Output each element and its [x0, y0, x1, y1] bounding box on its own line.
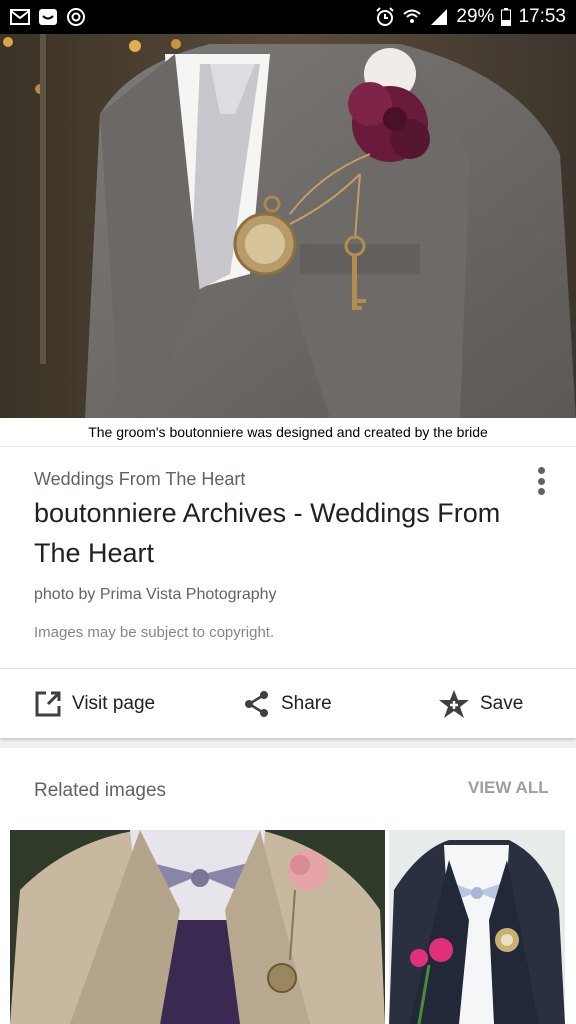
- signal-icon: [429, 8, 449, 26]
- status-right: 29% 17:53: [375, 6, 566, 28]
- wifi-icon: [402, 8, 422, 26]
- share-icon: [243, 690, 271, 718]
- related-image-thumbnail[interactable]: [10, 830, 385, 1024]
- battery-icon: [501, 8, 512, 26]
- related-images-section: Related images VIEW ALL: [0, 748, 576, 1024]
- gmail-icon: [10, 8, 30, 26]
- status-bar: 29% 17:53: [0, 0, 576, 34]
- status-left-icons: [10, 8, 86, 26]
- share-label: Share: [281, 693, 332, 714]
- clock-time: 17:53: [518, 6, 566, 27]
- photo-credit: photo by Prima Vista Photography: [34, 586, 277, 603]
- star-add-icon: [438, 689, 470, 719]
- messenger-icon: [38, 8, 58, 26]
- site-name[interactable]: Weddings From The Heart: [34, 469, 245, 490]
- alarm-icon: [375, 7, 395, 26]
- view-all-link[interactable]: VIEW ALL: [468, 778, 549, 798]
- battery-percent: 29%: [456, 6, 495, 27]
- result-title[interactable]: boutonniere Archives - Weddings From The…: [34, 493, 504, 573]
- save-label: Save: [480, 693, 524, 714]
- share-button[interactable]: Share: [243, 669, 332, 739]
- image-caption: The groom's boutonniere was designed and…: [0, 418, 576, 446]
- related-images-heading: Related images: [34, 780, 167, 801]
- visit-page-button[interactable]: Visit page: [34, 669, 155, 739]
- related-image-thumbnail[interactable]: [389, 830, 565, 1024]
- copyright-notice: Images may be subject to copyright.: [34, 624, 275, 641]
- action-bar: Visit page Share Save: [0, 668, 576, 738]
- hero-image[interactable]: [0, 34, 576, 418]
- result-info-card: Weddings From The Heart boutonniere Arch…: [0, 446, 576, 668]
- visit-page-label: Visit page: [72, 693, 156, 714]
- open-in-new-icon: [34, 690, 62, 718]
- sync-icon: [66, 8, 86, 26]
- save-button[interactable]: Save: [438, 669, 523, 739]
- more-options-icon[interactable]: [530, 465, 552, 497]
